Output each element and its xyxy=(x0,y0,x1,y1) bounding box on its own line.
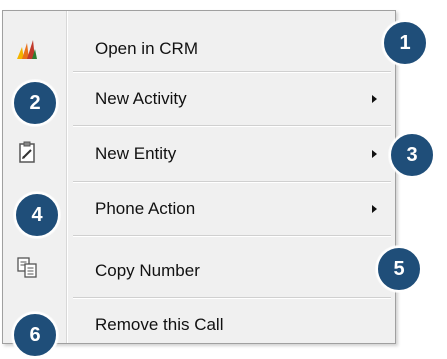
submenu-arrow-icon xyxy=(372,150,377,158)
callout-badge-4: 4 xyxy=(14,192,60,238)
callout-badge-1: 1 xyxy=(382,20,428,66)
callout-badge-2: 2 xyxy=(12,80,58,126)
clipboard-edit-icon xyxy=(15,140,39,164)
menu-item-label: Phone Action xyxy=(95,199,196,218)
menu-separator xyxy=(73,125,391,127)
context-menu: Open in CRM New Activity New Entity Phon… xyxy=(2,10,396,344)
menu-separator xyxy=(73,181,391,183)
menu-item-copy-number[interactable]: Copy Number xyxy=(3,247,395,295)
menu-separator xyxy=(73,235,391,237)
menu-item-label: New Activity xyxy=(95,89,187,108)
dynamics-crm-icon xyxy=(15,37,39,61)
menu-separator xyxy=(73,71,391,73)
menu-item-label: Remove this Call xyxy=(95,315,224,334)
menu-item-label: Open in CRM xyxy=(95,39,198,58)
callout-badge-3: 3 xyxy=(389,132,435,178)
menu-item-remove-this-call[interactable]: Remove this Call xyxy=(3,301,395,349)
callout-badge-6: 6 xyxy=(12,312,58,358)
copy-icon xyxy=(15,255,39,279)
menu-item-phone-action[interactable]: Phone Action xyxy=(3,185,395,233)
screenshot-stage: Open in CRM New Activity New Entity Phon… xyxy=(0,0,447,359)
submenu-arrow-icon xyxy=(372,205,377,213)
menu-separator xyxy=(73,297,391,299)
menu-item-label: Copy Number xyxy=(95,261,200,280)
submenu-arrow-icon xyxy=(372,95,377,103)
callout-badge-5: 5 xyxy=(376,246,422,292)
menu-item-new-entity[interactable]: New Entity xyxy=(3,130,395,178)
menu-item-open-in-crm[interactable]: Open in CRM xyxy=(3,25,395,73)
menu-item-new-activity[interactable]: New Activity xyxy=(3,75,395,123)
menu-item-label: New Entity xyxy=(95,144,177,163)
